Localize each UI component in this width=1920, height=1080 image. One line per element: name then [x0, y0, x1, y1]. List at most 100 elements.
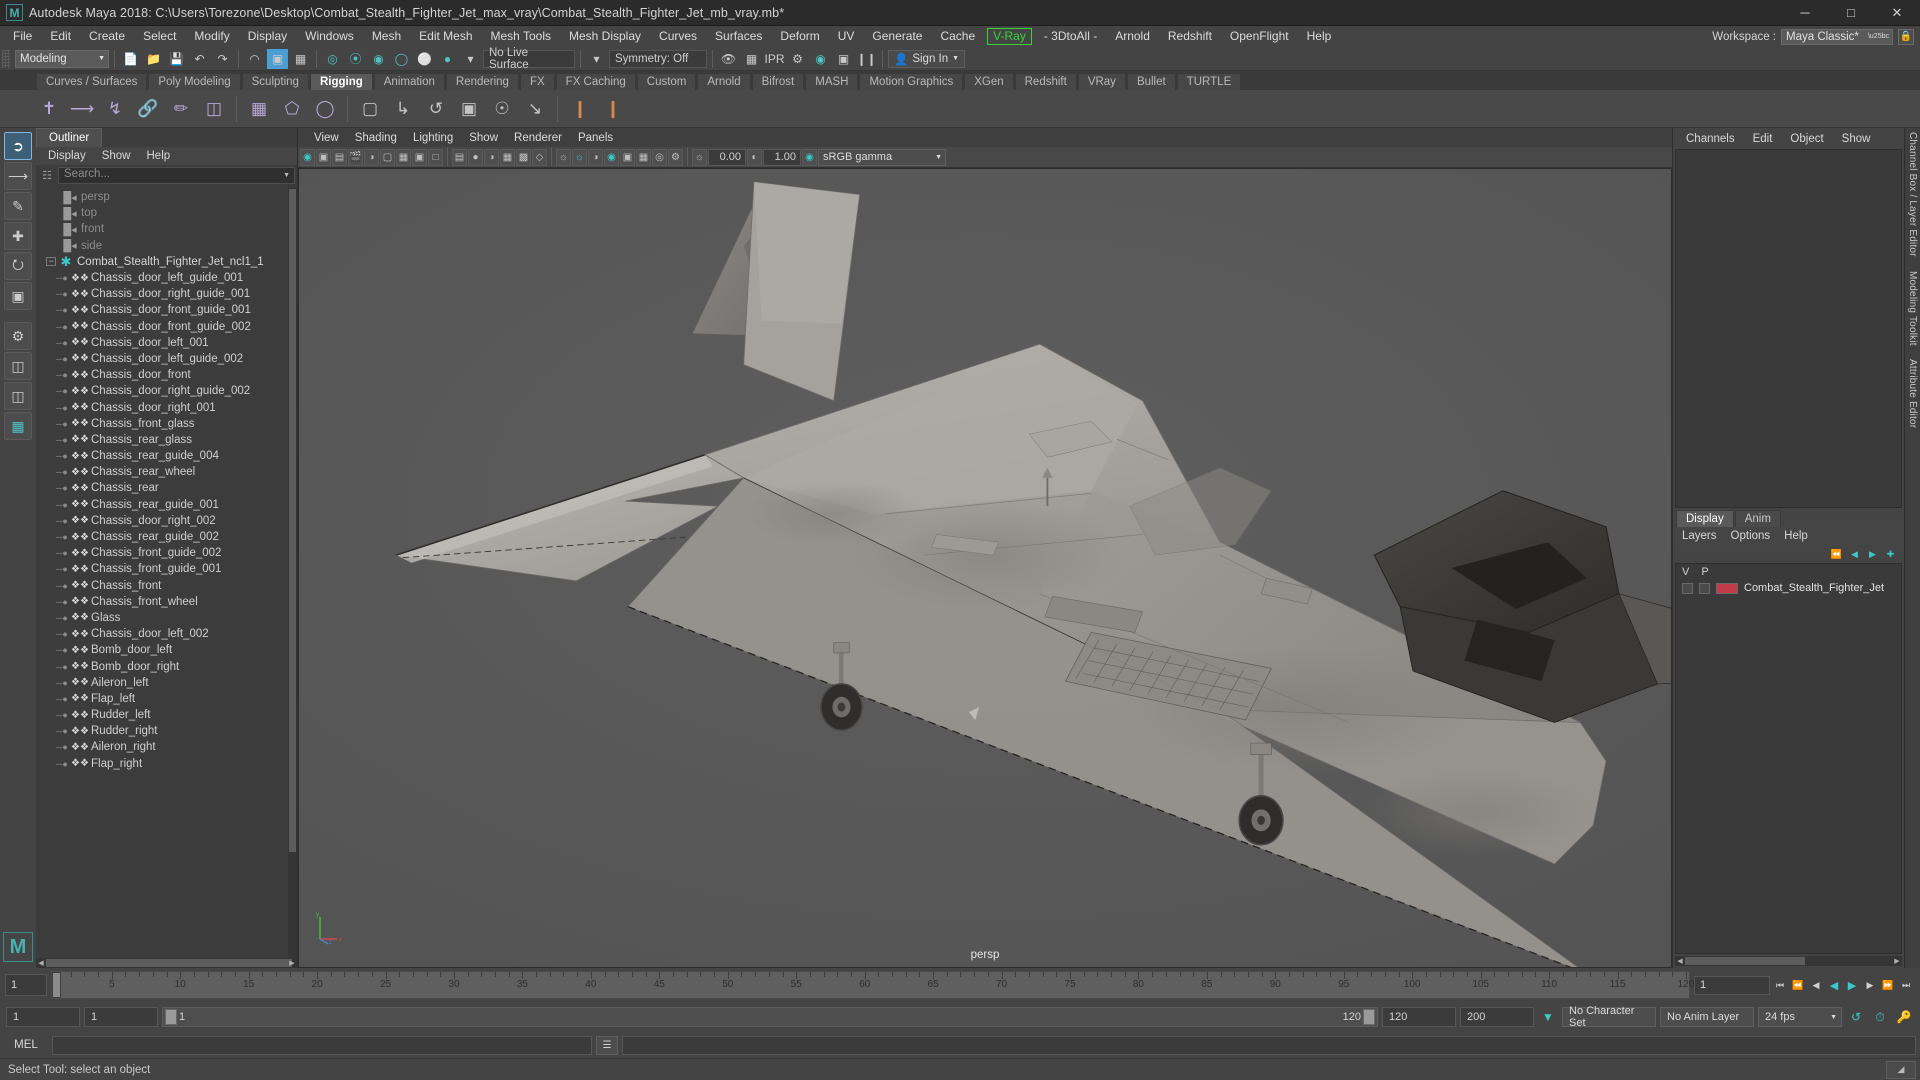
menu-generate[interactable]: Generate — [863, 27, 931, 46]
outliner-menu-display[interactable]: Display — [40, 149, 94, 163]
fps-select[interactable]: 24 fps ▼ — [1758, 1007, 1842, 1027]
outliner-item-mesh[interactable]: ─● ❖❖ Chassis_rear_guide_004 — [36, 448, 297, 464]
select-camera-icon[interactable]: ◉ — [300, 148, 315, 166]
bookmark-icon[interactable]: ▣ — [316, 148, 331, 166]
layer-tab-anim[interactable]: Anim — [1734, 510, 1781, 527]
animation-preferences-icon[interactable]: ⏱ — [1870, 1007, 1890, 1027]
paint-select-tool-icon[interactable]: ✎ — [4, 192, 32, 220]
outliner-item-mesh[interactable]: ─● ❖❖ Chassis_door_left_guide_001 — [36, 270, 297, 286]
resolution-gate-icon[interactable]: □ — [428, 148, 443, 166]
snap-grid-icon[interactable]: ◎ — [322, 49, 343, 69]
wrap-deformer-icon[interactable]: ◯ — [310, 94, 340, 124]
insert-joint-icon[interactable]: 🔗 — [133, 94, 163, 124]
menu-set-select[interactable]: Modeling ▼ — [15, 49, 109, 68]
outliner-item-mesh[interactable]: ─● ❖❖ Chassis_door_front_guide_001 — [36, 302, 297, 318]
new-scene-icon[interactable]: 📄 — [120, 49, 141, 69]
toolbar-grip[interactable] — [2, 49, 10, 68]
shelf-tab-fx-caching[interactable]: FX Caching — [555, 73, 636, 90]
shelf-tab-arnold[interactable]: Arnold — [697, 73, 751, 90]
snap-view-plane-icon[interactable]: ⚪ — [414, 49, 435, 69]
outliner-item-mesh[interactable]: ─● ❖❖ Aileron_right — [36, 739, 297, 755]
shelf-tab-sculpting[interactable]: Sculpting — [241, 73, 309, 90]
viewport-menu-show[interactable]: Show — [461, 131, 506, 145]
shelf-tab-animation[interactable]: Animation — [373, 73, 445, 90]
select-hierarchy-icon[interactable]: ◠ — [244, 49, 265, 69]
pole-vector-icon[interactable]: ↘ — [520, 94, 550, 124]
tab-object[interactable]: Object — [1781, 131, 1832, 147]
live-surface-field[interactable]: No Live Surface — [483, 47, 575, 71]
menu-file[interactable]: File — [4, 27, 41, 46]
outliner-item-camera[interactable]: █◂ side — [36, 238, 297, 254]
outliner-item-mesh[interactable]: ─● ❖❖ Chassis_door_right_guide_002 — [36, 383, 297, 399]
anim-layer-select[interactable]: No Anim Layer — [1660, 1007, 1754, 1027]
loop-playback-icon[interactable]: ↺ — [1846, 1007, 1866, 1027]
outliner-item-mesh[interactable]: ─● ❖❖ Chassis_rear_guide_002 — [36, 529, 297, 545]
four-pane-layout-icon[interactable]: ▦ — [4, 412, 32, 440]
smooth-shade-selected-icon[interactable]: ◑ — [484, 148, 499, 166]
anim-end-field[interactable]: 200 — [1460, 1007, 1534, 1027]
color-space-select[interactable]: sRGB gamma ▼ — [818, 148, 946, 166]
shelf-tab-bullet[interactable]: Bullet — [1126, 73, 1176, 90]
smooth-bind-icon[interactable]: ▦ — [244, 94, 274, 124]
outliner-item-mesh[interactable]: ─● ❖❖ Flap_left — [36, 691, 297, 707]
new-layer-icon[interactable]: ✚ — [1883, 547, 1898, 561]
step-forward-frame-icon[interactable]: ⏩ — [1880, 976, 1896, 994]
layer-first-icon[interactable]: ⏪ — [1829, 547, 1844, 561]
lighting-all-icon[interactable]: ☼ — [572, 148, 587, 166]
two-sided-lighting-icon[interactable]: ◑ — [364, 148, 379, 166]
menu-display[interactable]: Display — [239, 27, 296, 46]
menu-edit[interactable]: Edit — [41, 27, 80, 46]
shelf-tab-vray[interactable]: VRay — [1077, 73, 1126, 90]
menu-cache[interactable]: Cache — [931, 27, 984, 46]
move-tool-icon[interactable]: ✚ — [4, 222, 32, 250]
outliner-item-mesh[interactable]: ─● ❖❖ Chassis_door_left_guide_002 — [36, 351, 297, 367]
outliner-item-mesh[interactable]: ─● ❖❖ Chassis_rear_guide_001 — [36, 497, 297, 513]
outliner-item-mesh[interactable]: ─● ❖❖ Rudder_left — [36, 707, 297, 723]
scroll-left-icon[interactable]: ◀ — [1675, 956, 1685, 966]
auto-keyframe-icon[interactable]: 🔑 — [1894, 1007, 1914, 1027]
menu-modify[interactable]: Modify — [185, 27, 238, 46]
play-backwards-icon[interactable]: ◀ — [1826, 976, 1842, 994]
go-to-end-icon[interactable]: ⏭ — [1898, 976, 1914, 994]
shelf-tab-turtle[interactable]: TURTLE — [1176, 73, 1242, 90]
outliner-item-mesh[interactable]: ─● ❖❖ Aileron_left — [36, 675, 297, 691]
attributes-icon[interactable]: ▤ — [332, 148, 347, 166]
layer-tab-display[interactable]: Display — [1676, 510, 1734, 527]
outliner-item-camera[interactable]: █◂ front — [36, 221, 297, 237]
menu-3dtoall[interactable]: - 3DtoAll - — [1035, 27, 1106, 46]
shelf-tab-bifrost[interactable]: Bifrost — [751, 73, 805, 90]
wireframe-shading-icon[interactable]: ▤ — [452, 148, 467, 166]
command-history-icon[interactable]: ☰ — [596, 1035, 618, 1055]
tab-channels[interactable]: Channels — [1677, 131, 1744, 147]
collapse-icon[interactable]: − — [46, 257, 56, 267]
range-start-field[interactable]: 1 — [6, 1007, 80, 1027]
symmetry-dropdown-icon[interactable]: ▾ — [586, 49, 607, 69]
outliner-item-mesh[interactable]: ─● ❖❖ Chassis_door_right_guide_001 — [36, 286, 297, 302]
viewport-menu-view[interactable]: View — [306, 131, 347, 145]
render-sequence-icon[interactable]: ▦ — [741, 49, 762, 69]
outliner-item-mesh[interactable]: ─● ❖❖ Chassis_front_wheel — [36, 594, 297, 610]
outliner-horizontal-scrollbar[interactable]: ◀ ▶ — [36, 958, 297, 968]
scale-constraint-icon[interactable]: ▣ — [454, 94, 484, 124]
scrollbar-thumb[interactable] — [1685, 957, 1805, 965]
outliner-search-input[interactable]: Search... ▼ — [58, 167, 295, 184]
rotate-tool-icon[interactable]: ⭮ — [4, 252, 32, 280]
layer-color-swatch[interactable] — [1716, 582, 1738, 594]
outliner-menu-help[interactable]: Help — [139, 149, 179, 163]
mirror-joint-icon[interactable]: ◫ — [199, 94, 229, 124]
set-driven-key-icon[interactable]: ❙ — [565, 94, 595, 124]
outliner-tree[interactable]: █◂ persp █◂ top █◂ front █◂ side − ✱ Combat_Stealt… — [36, 187, 297, 958]
image-plane-icon[interactable]: ▢ — [380, 148, 395, 166]
aim-constraint-icon[interactable]: ☉ — [487, 94, 517, 124]
menu-openflight[interactable]: OpenFlight — [1221, 27, 1298, 46]
layer-next-icon[interactable]: ▶ — [1865, 547, 1880, 561]
outliner-item-mesh[interactable]: ─● ❖❖ Chassis_door_left_002 — [36, 626, 297, 642]
symmetry-field[interactable]: Symmetry: Off — [609, 49, 707, 68]
menu-arnold[interactable]: Arnold — [1106, 27, 1159, 46]
outliner-item-mesh[interactable]: ─● ❖❖ Chassis_door_right_002 — [36, 513, 297, 529]
undo-icon[interactable]: ↶ — [189, 49, 210, 69]
snap-point-icon[interactable]: ◉ — [368, 49, 389, 69]
xray-icon[interactable]: ◇ — [532, 148, 547, 166]
render-view-icon[interactable]: ▣ — [833, 49, 854, 69]
layer-row[interactable]: Combat_Stealth_Fighter_Jet — [1676, 580, 1901, 596]
